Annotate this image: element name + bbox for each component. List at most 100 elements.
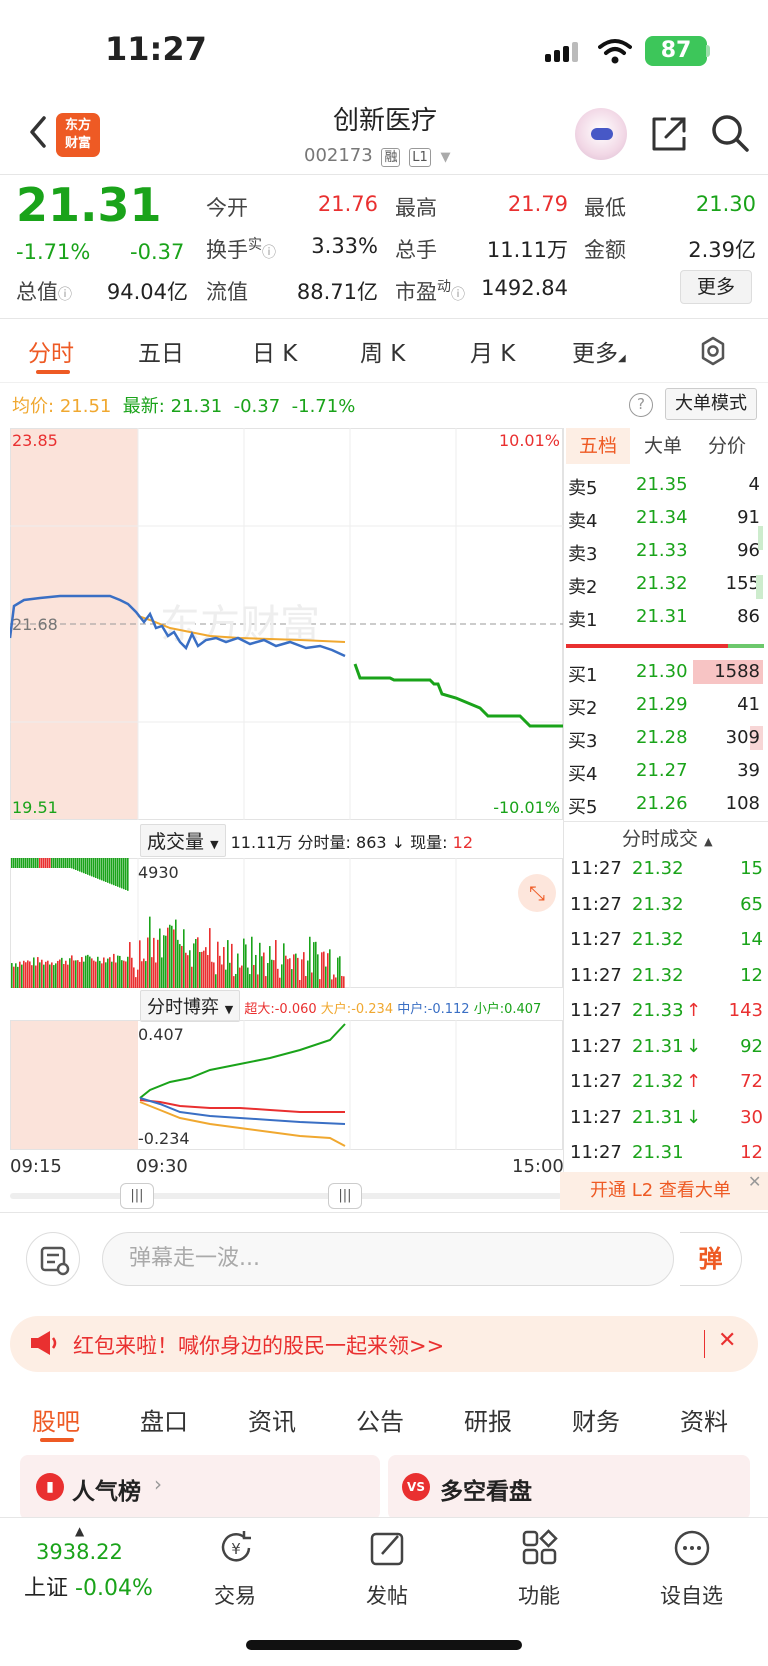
volume-bar: [219, 955, 221, 988]
search-icon[interactable]: [710, 113, 750, 153]
volume-bar: [173, 929, 175, 988]
info-icon[interactable]: ⓘ: [58, 287, 72, 303]
big-order-mode-button[interactable]: 大单模式: [665, 388, 757, 420]
volume-bar: [213, 962, 215, 988]
status-time: 11:27: [105, 30, 207, 68]
game-dropdown[interactable]: 分时博弈 ▼: [140, 990, 241, 1022]
index-ticker[interactable]: 上证 -0.04%: [24, 1570, 153, 1602]
volume-bar: [315, 941, 317, 988]
pe-value: 1492.84: [481, 276, 568, 300]
trade-icon[interactable]: ¥: [216, 1528, 256, 1568]
danmu-button[interactable]: 弹: [680, 1232, 742, 1286]
volume-chart[interactable]: 4930: [10, 858, 563, 988]
nav-post[interactable]: 发帖: [366, 1580, 408, 1610]
tab-research[interactable]: 研报: [464, 1402, 512, 1437]
volume-bar: [291, 969, 293, 988]
tab-news[interactable]: 资讯: [248, 1402, 296, 1437]
low-label: 最低: [584, 196, 626, 220]
intraday-chart[interactable]: 东方财富 23.85 21.68 19.51 10.01% -10.01%: [10, 428, 563, 820]
volume-bar: [265, 976, 267, 988]
wifi-icon: [598, 39, 632, 64]
tab-forum[interactable]: 股吧: [32, 1402, 80, 1437]
volume-bar: [247, 967, 249, 988]
nav-trade[interactable]: 交易: [214, 1580, 256, 1610]
margin-tag: 融: [381, 148, 401, 167]
logo-text-2: 财富: [64, 136, 91, 151]
comment-input[interactable]: 弹幕走一波...: [102, 1232, 674, 1286]
volume-bar: [341, 975, 343, 988]
volume-dropdown[interactable]: 成交量 ▼: [140, 824, 226, 857]
help-icon[interactable]: ?: [629, 393, 653, 417]
more-button[interactable]: 更多: [680, 270, 752, 304]
index-name: 上证: [24, 1576, 69, 1601]
info-icon[interactable]: ⓘ: [262, 245, 276, 261]
volume-bar: [25, 858, 27, 868]
tab-price-dist[interactable]: 分价: [708, 428, 746, 464]
volume-bar: [35, 858, 37, 868]
volume-bar: [193, 943, 195, 988]
volume-bar: [299, 979, 301, 988]
comment-settings-icon[interactable]: [26, 1232, 80, 1286]
info-icon[interactable]: ⓘ: [451, 287, 465, 303]
game-ymin-label: -0.234: [138, 1129, 190, 1148]
tab-intraday[interactable]: 分时: [28, 334, 74, 368]
share-icon[interactable]: [650, 115, 688, 153]
tab-five-day[interactable]: 五日: [138, 334, 184, 368]
bid-price: 21.28: [636, 727, 688, 748]
latest-change: -0.37: [233, 396, 281, 417]
volume-bar: [309, 936, 311, 988]
l2-banner[interactable]: 开通 L2 查看大单: [560, 1172, 768, 1210]
nav-watchlist[interactable]: 设自选: [660, 1580, 723, 1610]
close-icon[interactable]: ✕: [748, 1172, 761, 1191]
float-value: 88.71亿: [296, 280, 378, 304]
ask-label: 卖1: [568, 610, 598, 631]
bid-price: 21.29: [636, 694, 688, 715]
slider-handle-left[interactable]: |||: [120, 1183, 154, 1209]
tab-market-depth[interactable]: 盘口: [140, 1402, 188, 1437]
tab-five-levels[interactable]: 五档: [566, 428, 630, 464]
gear-icon[interactable]: [698, 336, 728, 366]
tab-weekly-k[interactable]: 周 K: [360, 334, 405, 368]
expand-icon[interactable]: ⤡: [518, 874, 556, 912]
tab-big-orders[interactable]: 大单: [644, 428, 682, 464]
divider: [0, 174, 768, 175]
add-watchlist-icon[interactable]: [672, 1528, 712, 1568]
volume-bar: [221, 964, 223, 988]
volume-bar: [297, 957, 299, 988]
bid-label: 买5: [568, 797, 598, 818]
game-ymax-label: 0.407: [138, 1025, 184, 1044]
trades-header[interactable]: 分时成交 ▲: [622, 824, 713, 851]
volume-bar: [79, 961, 81, 988]
tab-daily-k[interactable]: 日 K: [252, 334, 297, 368]
slider-handle-right[interactable]: |||: [328, 1183, 362, 1209]
back-icon[interactable]: [24, 112, 52, 152]
bid-row: 买2 21.29 41: [566, 694, 764, 724]
volume-bar: [277, 968, 279, 988]
volume-bar: [51, 858, 53, 868]
volume-bar: [17, 966, 19, 988]
post-icon[interactable]: [368, 1528, 408, 1568]
close-icon[interactable]: ✕: [718, 1328, 736, 1353]
stock-code-row[interactable]: 002173 融 L1 ▼: [304, 145, 450, 167]
super-value: -0.060: [274, 1002, 317, 1017]
index-value[interactable]: 3938.22: [36, 1540, 123, 1564]
mid-label: 中户:: [397, 1002, 428, 1017]
bid-row: 买4 21.27 39: [566, 760, 764, 790]
features-icon[interactable]: [520, 1528, 560, 1568]
tab-monthly-k[interactable]: 月 K: [470, 334, 515, 368]
trade-price: 21.32: [632, 893, 684, 915]
nav-features[interactable]: 功能: [518, 1580, 560, 1610]
active-tab-indicator: [40, 1438, 74, 1442]
high-value: 21.79: [507, 192, 568, 216]
latest-label: 最新:: [122, 396, 165, 417]
volume-bar: [335, 977, 337, 988]
time-range-slider[interactable]: [10, 1193, 562, 1199]
volume-bar: [257, 974, 259, 988]
tab-profile[interactable]: 资料: [680, 1402, 728, 1437]
ask-volume: 96: [737, 540, 760, 561]
tab-announcements[interactable]: 公告: [356, 1402, 404, 1437]
tab-financials[interactable]: 财务: [572, 1402, 620, 1437]
tab-more[interactable]: 更多◢: [572, 334, 626, 368]
game-chart[interactable]: 0.407 -0.234: [10, 1020, 563, 1150]
small-label: 小户:: [473, 1002, 505, 1017]
